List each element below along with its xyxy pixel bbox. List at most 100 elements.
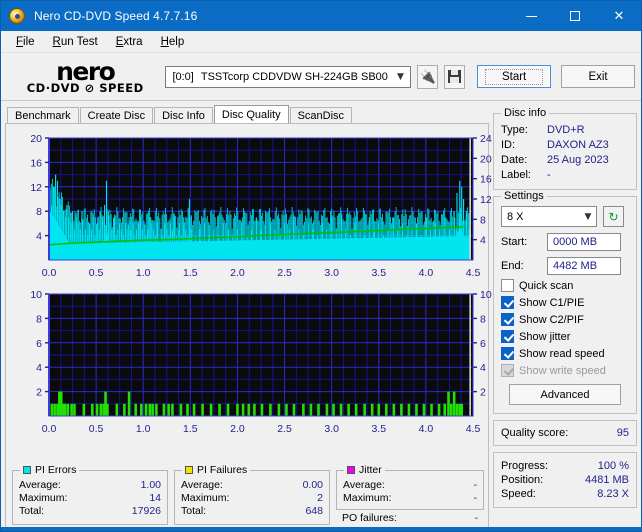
nero-logo: nero CD·DVD ⊘ SPEED	[21, 59, 149, 95]
show-jitter-label: Show jitter	[519, 330, 571, 343]
svg-text:1.0: 1.0	[136, 267, 151, 279]
show-c2-pif-checkbox-icon[interactable]	[501, 313, 514, 326]
quality-score-value: 95	[616, 427, 629, 439]
tab-benchmark-label: Benchmark	[15, 110, 71, 122]
show-c2-pif-label: Show C2/PIF	[519, 313, 584, 326]
window-title: Nero CD-DVD Speed 4.7.7.16	[34, 9, 198, 23]
show-c1-pie-label: Show C1/PIE	[519, 296, 585, 309]
minimize-icon[interactable]	[509, 1, 553, 31]
disc-info-date-key: Date:	[501, 154, 528, 166]
speed-status-value: 8.23 X	[597, 488, 629, 500]
menu-help[interactable]: Help	[152, 34, 194, 50]
jitter-average-row: Average: -	[343, 479, 477, 492]
drive-slot: [0:0]	[172, 70, 194, 83]
svg-text:8: 8	[36, 313, 42, 325]
toolbar: nero CD·DVD ⊘ SPEED [0:0] TSSTcorp CDDVDW…	[1, 53, 641, 101]
disc-info-group: Disc info Type: DVD+R ID: DAXON AZ3 Date…	[493, 107, 637, 190]
show-jitter-checkbox-icon[interactable]	[501, 330, 514, 343]
pi-errors-average-key: Average:	[19, 479, 61, 491]
svg-text:8: 8	[480, 313, 486, 325]
svg-text:4: 4	[36, 362, 42, 374]
checkbox-quick-scan[interactable]: Quick scan	[501, 279, 629, 292]
pi-failures-maximum-key: Maximum:	[181, 492, 230, 504]
maximize-icon[interactable]	[553, 1, 597, 31]
end-field-input[interactable]: 4482 MB	[547, 257, 621, 275]
right-pane: Disc info Type: DVD+R ID: DAXON AZ3 Date…	[491, 101, 641, 531]
settings-group: Settings 8 X ▼ ↻ Start: 0000 MB End: 448…	[493, 190, 637, 414]
chevron-down-icon[interactable]: ▼	[392, 72, 408, 82]
pie-chart: 4 8 12 16 20 4 8 12 16 20 24 0.0 0.5 1.0 1.5 2.0 2.5 3.0 3…	[6, 128, 492, 288]
speed-select[interactable]: 8 X ▼	[501, 206, 597, 227]
pi-errors-caption-label: PI Errors	[35, 464, 77, 476]
svg-text:3.5: 3.5	[371, 267, 386, 279]
checkbox-show-jitter[interactable]: Show jitter	[501, 330, 629, 343]
pi-errors-total-row: Total: 17926	[19, 505, 161, 518]
close-icon[interactable]: ✕	[597, 1, 641, 31]
menu-extra[interactable]: Extra	[107, 34, 152, 50]
jitter-maximum-row: Maximum: -	[343, 492, 477, 505]
checkbox-show-c1-pie[interactable]: Show C1/PIE	[501, 296, 629, 309]
tab-disc-quality[interactable]: Disc Quality	[213, 105, 289, 124]
disc-info-id-value: DAXON AZ3	[547, 139, 609, 151]
speed-row: 8 X ▼ ↻	[501, 206, 629, 227]
pi-errors-caption: PI Errors	[20, 464, 80, 476]
left-pane: Benchmark Create Disc Disc Info Disc Qua…	[1, 101, 492, 531]
pi-errors-box: PI Errors Average: 1.00 Maximum: 14 Tota…	[12, 464, 168, 525]
tab-disc-info[interactable]: Disc Info	[154, 107, 213, 124]
jitter-maximum-value: -	[473, 492, 478, 504]
tab-scandisc[interactable]: ScanDisc	[289, 107, 353, 124]
progress-group: Progress: 100 % Position: 4481 MB Speed:…	[493, 452, 637, 508]
drive-select[interactable]: [0:0] TSSTcorp CDDVDW SH-224GB SB00 ▼	[165, 65, 412, 88]
start-button[interactable]: Start	[477, 65, 552, 88]
svg-text:3.5: 3.5	[371, 423, 386, 435]
quality-score-group: Quality score: 95	[493, 420, 637, 446]
disc-info-label-value: -	[547, 169, 551, 181]
refresh-button[interactable]: ↻	[603, 206, 624, 227]
chevron-down-icon[interactable]: ▼	[580, 212, 596, 222]
pi-failures-total-value: 648	[305, 505, 323, 517]
disc-info-id-key: ID:	[501, 139, 516, 151]
jitter-caption-label: Jitter	[359, 464, 382, 476]
pi-failures-total-key: Total:	[181, 505, 207, 517]
menu-bar: File Run Test Extra Help	[1, 31, 641, 53]
quick-scan-label: Quick scan	[519, 279, 574, 292]
start-field-input[interactable]: 0000 MB	[547, 233, 621, 251]
menu-run-test[interactable]: Run Test	[44, 34, 107, 50]
advanced-button[interactable]: Advanced	[509, 384, 621, 405]
po-failures-key: PO failures:	[342, 512, 397, 524]
speed-select-value: 8 X	[507, 210, 524, 223]
jitter-group: Jitter Average: - Maximum: - PO failures…	[336, 464, 484, 525]
disc-info-date-value: 25 Aug 2023	[547, 154, 609, 166]
exit-button-label: Exit	[588, 70, 608, 83]
po-failures-value: -	[474, 512, 479, 524]
start-field-row: Start: 0000 MB	[501, 233, 629, 251]
show-read-speed-checkbox-icon[interactable]	[501, 347, 514, 360]
start-field-label: Start:	[501, 236, 528, 248]
svg-text:1.0: 1.0	[136, 423, 151, 435]
svg-text:3.0: 3.0	[324, 267, 339, 279]
checkbox-show-c2-pif[interactable]: Show C2/PIF	[501, 313, 629, 326]
menu-help-rest: elp	[168, 35, 185, 48]
menu-file-rest: ile	[23, 35, 35, 48]
show-c1-pie-checkbox-icon[interactable]	[501, 296, 514, 309]
title-bar: Nero CD-DVD Speed 4.7.7.16 ✕	[1, 1, 641, 31]
svg-text:0.5: 0.5	[89, 267, 104, 279]
svg-text:2.5: 2.5	[277, 423, 292, 435]
quick-scan-checkbox-icon[interactable]	[501, 279, 514, 292]
eject-button[interactable]: 🔌	[417, 64, 439, 89]
menu-file[interactable]: File	[7, 34, 44, 50]
save-button[interactable]	[444, 64, 466, 89]
svg-text:4: 4	[480, 235, 486, 247]
svg-text:2: 2	[36, 387, 42, 399]
speed-row-status: Speed: 8.23 X	[501, 487, 629, 501]
menu-extra-rest: xtra	[123, 35, 143, 48]
tab-benchmark[interactable]: Benchmark	[7, 107, 79, 124]
tab-create-disc[interactable]: Create Disc	[79, 107, 154, 124]
exit-button[interactable]: Exit	[561, 65, 636, 88]
checkbox-show-read-speed[interactable]: Show read speed	[501, 347, 629, 360]
tab-disc-quality-label: Disc Quality	[221, 109, 281, 121]
pi-failures-swatch	[185, 466, 193, 474]
jitter-average-key: Average:	[343, 479, 385, 491]
end-field-label: End:	[501, 260, 524, 272]
svg-text:0.0: 0.0	[42, 267, 57, 279]
